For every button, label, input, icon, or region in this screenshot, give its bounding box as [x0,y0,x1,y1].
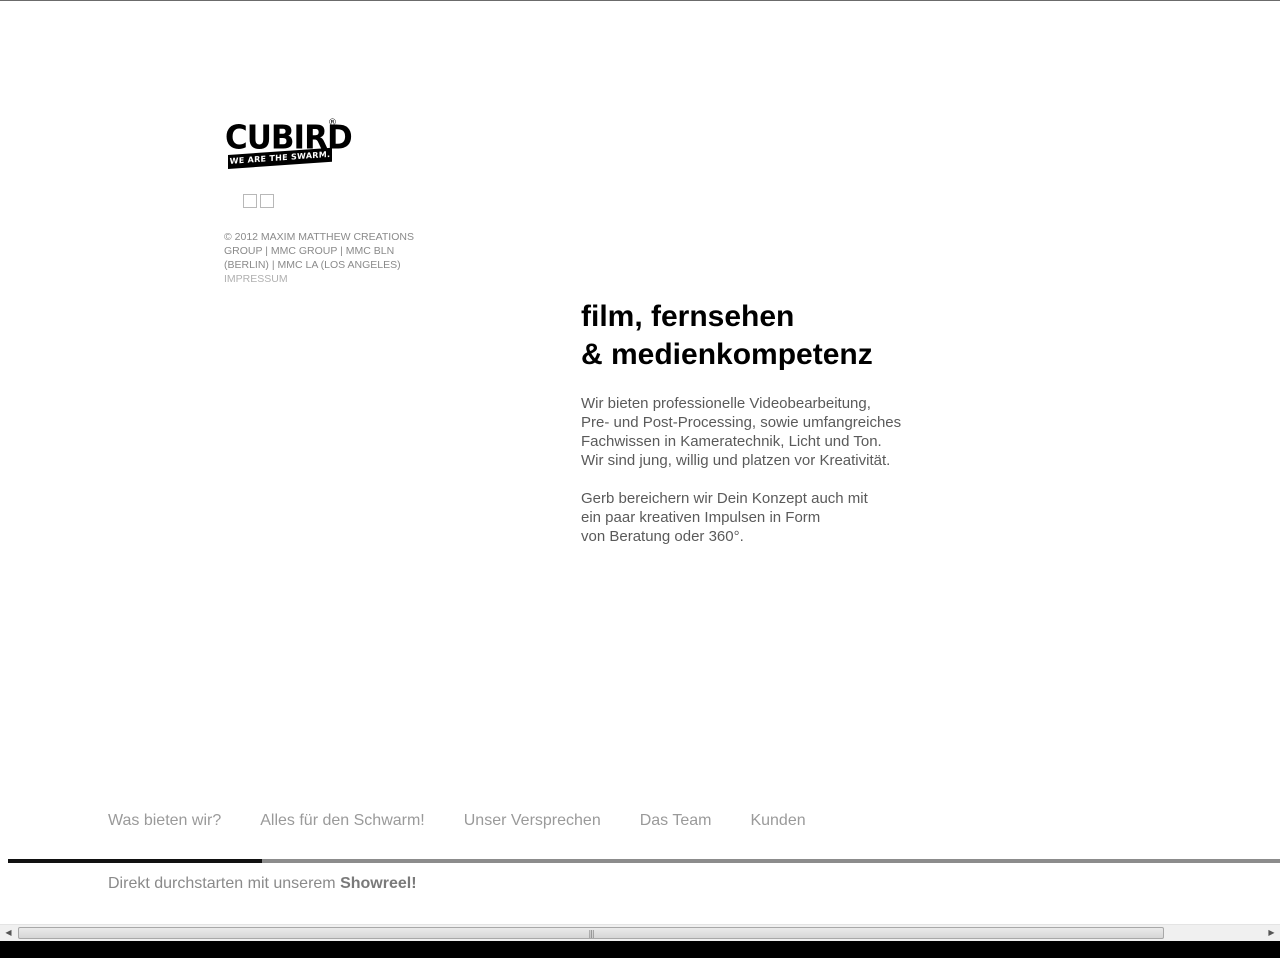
window-bottom-bar [0,941,1280,958]
horizontal-scrollbar[interactable]: ◀ ||| ▶ [0,924,1280,941]
copyright-line: (BERLIN) | MMC LA (LOS ANGELES) [224,259,401,271]
social-link-2-icon[interactable] [260,194,274,208]
copyright-line: © 2012 MAXIM MATTHEW CREATIONS [224,231,414,243]
social-link-1-icon[interactable] [243,194,257,208]
headline-line: film, fernsehen [581,300,795,333]
scrollbar-grip-icon: ||| [588,929,594,938]
text-line: von Beratung oder 360°. [581,528,744,545]
registered-mark: ® [328,118,337,128]
section-nav: Was bieten wir? Alles für den Schwarm! U… [108,810,845,832]
text-line: ein paar kreativen Impulsen in Form [581,509,821,526]
showreel-line: Direkt durchstarten mit unserem Showreel… [108,873,417,895]
intro-text: Wir bieten professionelle Videobearbeitu… [581,394,901,565]
social-links [243,194,274,208]
nav-item-das-team[interactable]: Das Team [640,810,712,832]
nav-item-alles-fuer-den-schwarm[interactable]: Alles für den Schwarm! [260,810,425,832]
section-progress-bar [8,859,1280,863]
intro-paragraph-1: Wir bieten professionelle Videobearbeitu… [581,394,901,470]
nav-item-was-bieten-wir[interactable]: Was bieten wir? [108,810,221,832]
section-progress-fill [8,859,262,863]
text-line: Wir bieten professionelle Videobearbeitu… [581,395,871,412]
text-line: Pre- und Post-Processing, sowie umfangre… [581,414,902,431]
cubird-logo[interactable]: CUBIRD ® WE ARE THE SWARM. [224,118,353,174]
nav-item-unser-versprechen[interactable]: Unser Versprechen [464,810,601,832]
nav-item-kunden[interactable]: Kunden [750,810,805,832]
top-divider [0,0,1280,1]
copyright-block: © 2012 MAXIM MATTHEW CREATIONS GROUP | M… [224,230,424,286]
page-headline: film, fernsehen & medienkompetenz [581,298,873,374]
copyright-line: GROUP | MMC GROUP | MMC BLN [224,245,395,257]
text-line: Fachwissen in Kameratechnik, Licht und T… [581,433,882,450]
intro-paragraph-2: Gerb bereichern wir Dein Konzept auch mi… [581,489,901,546]
scroll-right-icon[interactable]: ▶ [1263,925,1280,941]
impressum-link[interactable]: IMPRESSUM [224,272,424,286]
text-line: Wir sind jung, willig und platzen vor Kr… [581,452,891,469]
page: CUBIRD ® WE ARE THE SWARM. © 2012 MAXIM … [0,0,1280,958]
headline-line: & medienkompetenz [581,338,873,371]
showreel-link[interactable]: Showreel! [340,875,416,892]
scrollbar-thumb[interactable]: ||| [18,927,1164,939]
showreel-prefix: Direkt durchstarten mit unserem [108,875,341,892]
scroll-left-icon[interactable]: ◀ [0,925,17,941]
text-line: Gerb bereichern wir Dein Konzept auch mi… [581,490,868,507]
